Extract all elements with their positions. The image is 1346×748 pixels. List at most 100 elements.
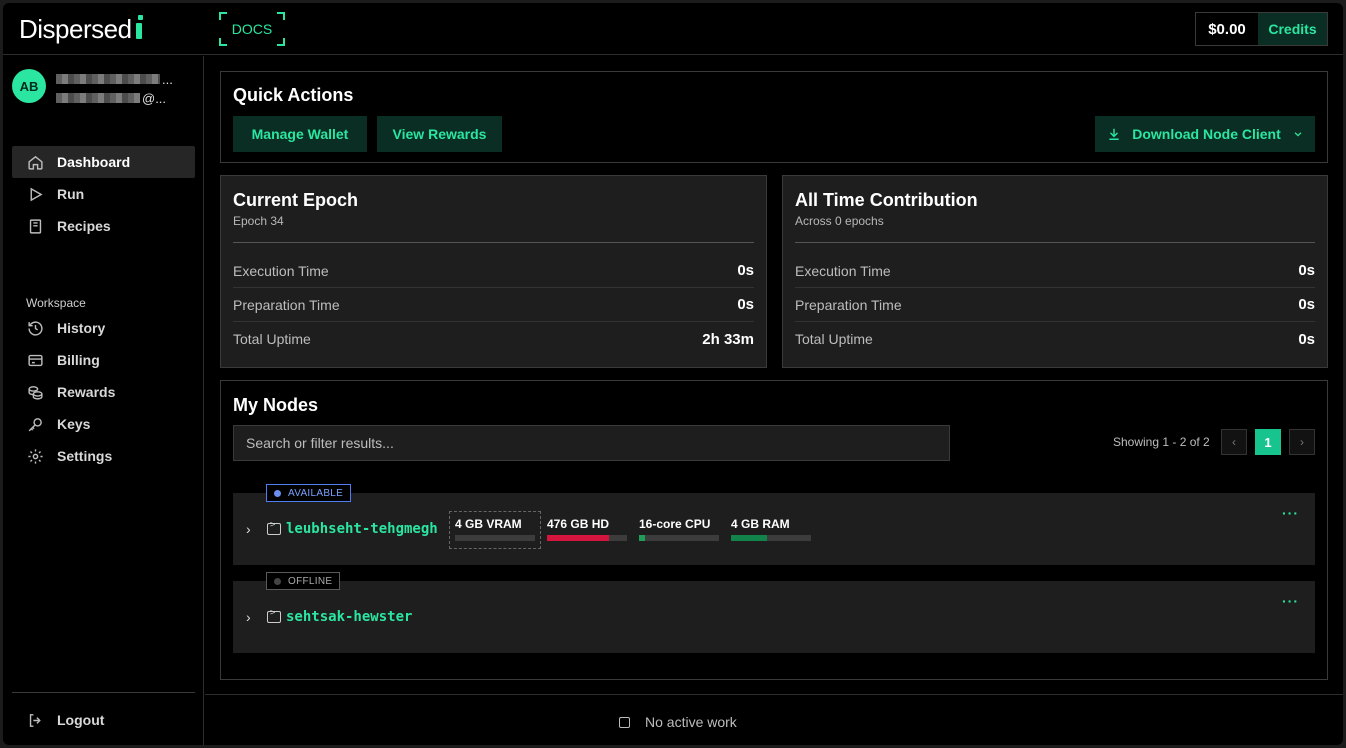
avatar[interactable]: AB <box>12 69 46 103</box>
sidebar-item-label: Settings <box>57 448 113 464</box>
download-node-client-button[interactable]: Download Node Client <box>1095 116 1315 152</box>
divider <box>233 242 754 243</box>
node-menu-button[interactable]: ··· <box>1282 593 1299 609</box>
resource-bar <box>455 535 535 541</box>
footer-divider <box>205 694 1343 695</box>
logo[interactable]: Dispersed <box>19 13 144 45</box>
resource-cpu: 16-core CPU <box>639 517 719 541</box>
sidebar-item-keys[interactable]: Keys <box>12 408 195 440</box>
prev-page-button[interactable]: ‹ <box>1221 429 1247 455</box>
status-dot <box>274 577 281 585</box>
sidebar-item-rewards[interactable]: Rewards <box>12 376 195 408</box>
quick-actions-card: Quick Actions Manage Wallet View Rewards… <box>220 71 1328 163</box>
resource-label: 4 GB RAM <box>731 517 790 531</box>
status-badge: AVAILABLE <box>266 484 352 502</box>
redacted-name <box>56 74 160 84</box>
docs-label: DOCS <box>231 21 273 37</box>
resource-bar-fill <box>547 535 610 541</box>
resource-bar <box>731 535 811 541</box>
status-dot <box>274 489 281 497</box>
credit-balance: $0.00 <box>1208 20 1246 38</box>
user-name: ... <box>56 72 173 87</box>
resource-vram: 4 GB VRAM <box>455 517 535 541</box>
chevron-right-icon[interactable]: › <box>246 609 256 625</box>
logo-text: Dispersed <box>19 13 132 44</box>
node-name[interactable]: sehtsak-hewster <box>286 609 412 625</box>
logout-label: Logout <box>57 712 105 728</box>
work-status-label: No active work <box>645 714 737 730</box>
resource-label: 476 GB HD <box>547 517 610 531</box>
page-1-button[interactable]: 1 <box>1255 429 1281 455</box>
stat-row: Execution Time 0s <box>233 254 754 288</box>
user-email: @... <box>56 91 166 106</box>
node-row[interactable]: › sehtsak-hewster ··· <box>233 581 1315 653</box>
key-icon <box>26 415 44 433</box>
card-icon <box>26 351 44 369</box>
manage-wallet-button[interactable]: Manage Wallet <box>233 116 367 152</box>
stat-row: Preparation Time 0s <box>233 288 754 322</box>
sidebar-item-dashboard[interactable]: Dashboard <box>12 146 195 178</box>
view-rewards-button[interactable]: View Rewards <box>377 116 502 152</box>
sidebar-item-history[interactable]: History <box>12 312 195 344</box>
all-time-contribution-card: All Time Contribution Across 0 epochs Ex… <box>782 175 1328 368</box>
next-page-button[interactable]: › <box>1289 429 1315 455</box>
resource-bar <box>547 535 627 541</box>
search-input[interactable] <box>233 425 950 461</box>
node-row[interactable]: › leubhseht-tehgmegh 4 GB VRAM 476 GB HD… <box>233 493 1315 565</box>
sidebar-item-label: Rewards <box>57 384 116 400</box>
current-epoch-card: Current Epoch Epoch 34 Execution Time 0s … <box>220 175 767 368</box>
stat-row: Preparation Time 0s <box>795 288 1315 322</box>
sidebar-item-recipes[interactable]: Recipes <box>12 210 195 242</box>
resource-label: 4 GB VRAM <box>455 517 522 531</box>
stat-row: Total Uptime 2h 33m <box>233 330 754 348</box>
sidebar-item-run[interactable]: Run <box>12 178 195 210</box>
chevron-down-icon <box>1293 129 1303 139</box>
sidebar-item-label: Run <box>57 186 85 202</box>
sidebar-divider <box>12 692 195 693</box>
sidebar-item-label: Keys <box>57 416 91 432</box>
top-bar: Dispersed DOCS $0.00 Credits <box>3 3 1343 55</box>
coins-icon <box>26 383 44 401</box>
sidebar-item-label: Dashboard <box>57 154 131 170</box>
square-icon <box>619 716 630 728</box>
docs-link[interactable]: DOCS <box>219 12 285 46</box>
work-status: No active work <box>619 714 737 730</box>
credits-button[interactable]: Credits <box>1258 13 1327 45</box>
stat-row: Total Uptime 0s <box>795 330 1315 348</box>
logout-button[interactable]: Logout <box>12 704 195 736</box>
status-badge: OFFLINE <box>266 572 341 590</box>
terminal-icon <box>267 520 281 535</box>
download-node-label: Download Node Client <box>1132 126 1281 142</box>
divider <box>795 242 1315 243</box>
home-icon <box>26 153 44 171</box>
node-name[interactable]: leubhseht-tehgmegh <box>286 521 438 537</box>
sidebar-item-billing[interactable]: Billing <box>12 344 195 376</box>
node-menu-button[interactable]: ··· <box>1282 505 1299 521</box>
my-nodes-title: My Nodes <box>233 395 319 415</box>
all-time-title: All Time Contribution <box>795 190 978 210</box>
my-nodes-card: My Nodes Showing 1 - 2 of 2 ‹ 1 › › leub… <box>220 380 1328 680</box>
play-icon <box>26 185 44 203</box>
quick-actions-title: Quick Actions <box>233 85 354 105</box>
app-window: Dispersed DOCS $0.00 Credits AB ... @...… <box>3 3 1343 745</box>
current-epoch-subtitle: Epoch 34 <box>233 214 284 228</box>
resource-bar-fill <box>731 535 767 541</box>
gear-icon <box>26 447 44 465</box>
logout-icon <box>26 711 44 729</box>
pagination-summary: Showing 1 - 2 of 2 <box>1113 435 1210 449</box>
sidebar-item-label: Billing <box>57 352 100 368</box>
resource-bar-fill <box>639 535 645 541</box>
sidebar-item-settings[interactable]: Settings <box>12 440 195 472</box>
logo-mark-icon <box>134 15 144 43</box>
terminal-icon <box>267 608 281 623</box>
resource-ram: 4 GB RAM <box>731 517 811 541</box>
chevron-right-icon[interactable]: › <box>246 521 256 537</box>
credits-widget: $0.00 Credits <box>1195 12 1328 46</box>
sidebar: AB ... @... Dashboard Run Recipes Worksp… <box>3 56 204 745</box>
stat-row: Execution Time 0s <box>795 254 1315 288</box>
book-icon <box>26 217 44 235</box>
all-time-subtitle: Across 0 epochs <box>795 214 884 228</box>
current-epoch-title: Current Epoch <box>233 190 359 210</box>
sidebar-item-label: History <box>57 320 106 336</box>
resource-label: 16-core CPU <box>639 517 711 531</box>
